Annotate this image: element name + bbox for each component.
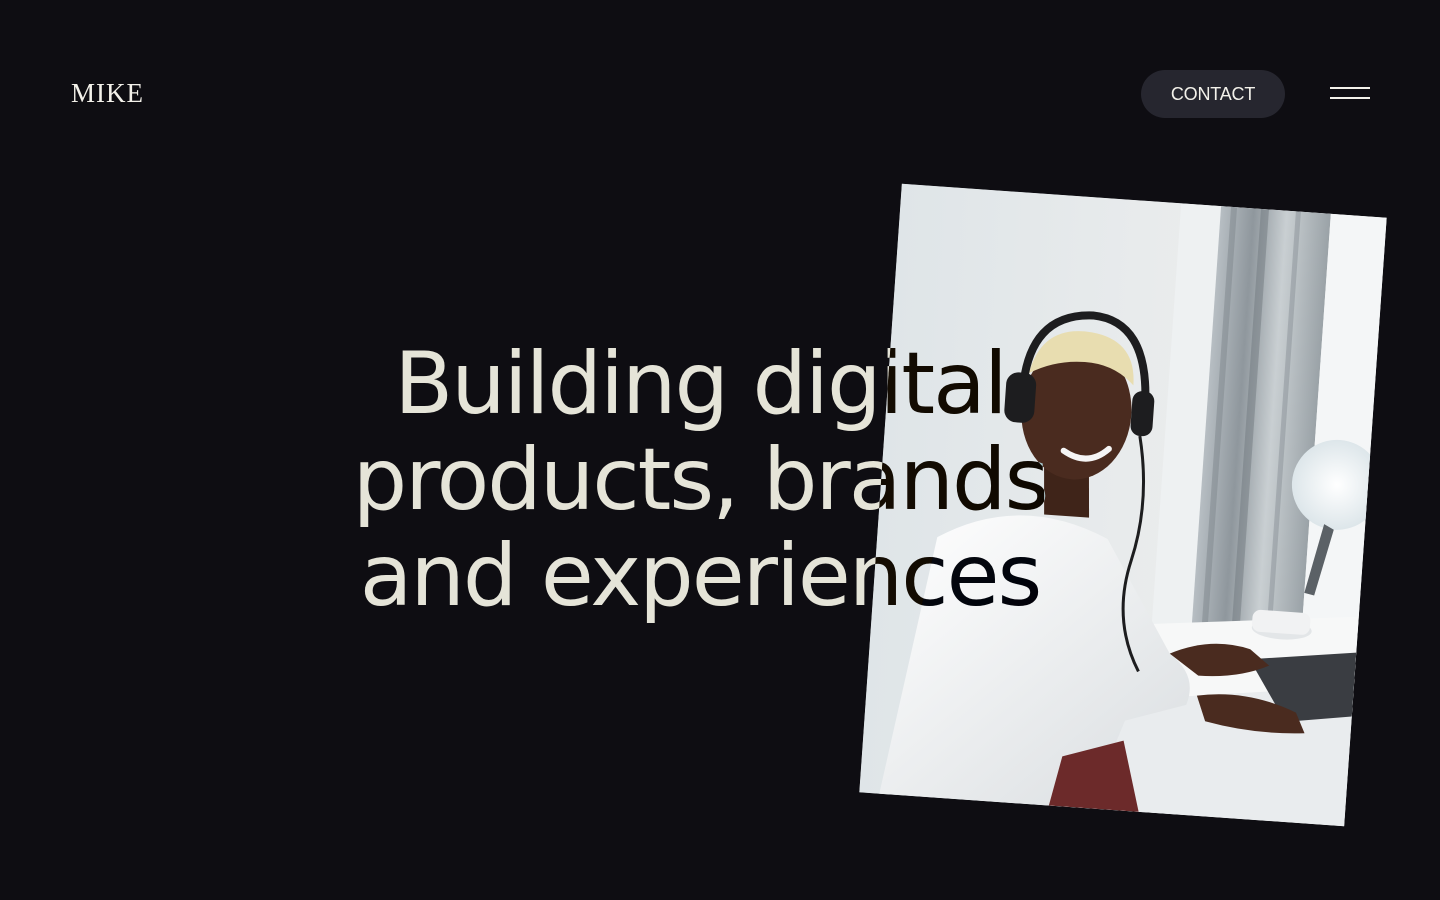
menu-bar-top [1330, 87, 1370, 89]
page: MIKE CONTACT Building digital products, … [0, 0, 1440, 900]
menu-bar-bottom [1330, 97, 1370, 99]
site-logo[interactable]: MIKE [71, 78, 144, 109]
contact-button[interactable]: CONTACT [1141, 70, 1285, 118]
headline-line: products, brands [352, 430, 1050, 530]
headline-line: and experiences [359, 526, 1043, 626]
headline-line: Building digital [394, 334, 1008, 434]
hamburger-menu-icon[interactable] [1326, 80, 1374, 108]
hero-headline: Building digital products, brands and ex… [280, 336, 1120, 624]
